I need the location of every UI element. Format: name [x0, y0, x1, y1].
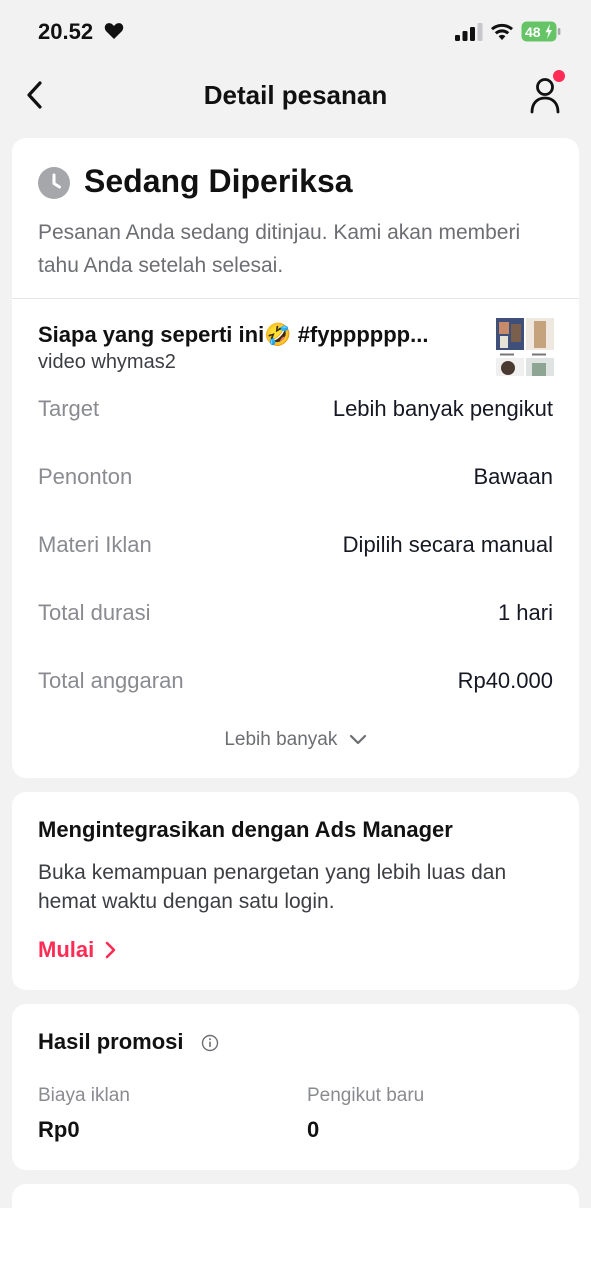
detail-row-ad-material: Materi Iklan Dipilih secara manual — [38, 532, 553, 562]
detail-value: Dipilih secara manual — [342, 532, 553, 557]
detail-value: Rp40.000 — [457, 668, 553, 693]
detail-label: Target — [38, 396, 100, 421]
start-link[interactable]: Mulai — [38, 936, 116, 966]
ad-cost-value: Rp0 — [38, 1117, 80, 1142]
video-title: Siapa yang seperti ini🤣 #fypppppp... — [38, 322, 429, 347]
new-followers-label: Pengikut baru — [307, 1085, 425, 1106]
detail-label: Total anggaran — [38, 668, 184, 693]
info-icon[interactable] — [201, 1034, 219, 1052]
start-link-label: Mulai — [38, 937, 95, 963]
divider — [12, 298, 579, 299]
battery-level: 48 — [525, 24, 541, 40]
chevron-right-icon — [106, 941, 116, 959]
status-time: 20.52 — [38, 19, 94, 44]
ad-cost-label: Biaya iklan — [38, 1085, 130, 1106]
order-status-description: Pesanan Anda sedang ditinjau. Kami akan … — [38, 221, 521, 277]
detail-row-target: Target Lebih banyak pengikut — [38, 396, 553, 426]
video-thumbnail[interactable] — [496, 318, 554, 376]
detail-row-audience: Penonton Bawaan — [38, 464, 553, 494]
clock-icon — [38, 167, 70, 199]
promotion-results-title: Hasil promosi — [38, 1029, 184, 1054]
ads-manager-card: Mengintegrasikan dengan Ads Manager Buka… — [12, 792, 579, 990]
chevron-down-icon — [349, 734, 366, 745]
order-detail-screen: 20.52 48 Detail pesanan Sedang Diperiksa… — [0, 0, 591, 1208]
detail-label: Total durasi — [38, 600, 151, 625]
heart-icon — [104, 23, 124, 39]
ads-manager-description: Buka kemampuan penargetan yang lebih lua… — [38, 861, 507, 913]
show-more-label: Lebih banyak — [224, 729, 338, 750]
wifi-icon — [491, 23, 513, 40]
next-card — [12, 1184, 579, 1208]
video-subtitle: video whymas2 — [38, 351, 176, 373]
notification-dot-icon — [553, 70, 565, 82]
order-status-title: Sedang Diperiksa — [84, 163, 353, 199]
status-bar: 20.52 48 — [0, 0, 591, 64]
detail-row-budget: Total anggaran Rp40.000 — [38, 668, 553, 698]
detail-value: Bawaan — [473, 464, 553, 489]
ads-manager-title: Mengintegrasikan dengan Ads Manager — [38, 817, 453, 842]
detail-value: 1 hari — [497, 600, 553, 625]
app-header: Detail pesanan — [0, 64, 591, 126]
detail-label: Penonton — [38, 464, 133, 489]
battery-icon: 48 — [521, 21, 561, 42]
new-followers-value: 0 — [307, 1117, 320, 1142]
show-more-button[interactable]: Lebih banyak — [12, 729, 579, 751]
order-status-card: Sedang Diperiksa Pesanan Anda sedang dit… — [12, 138, 579, 778]
detail-value: Lebih banyak pengikut — [332, 396, 553, 421]
promotion-results-card: Hasil promosi Biaya iklan Rp0 Pengikut b… — [12, 1004, 579, 1170]
detail-row-duration: Total durasi 1 hari — [38, 600, 553, 630]
detail-label: Materi Iklan — [38, 532, 152, 557]
signal-icon — [455, 23, 483, 41]
page-title: Detail pesanan — [203, 80, 388, 110]
user-icon[interactable] — [528, 70, 568, 118]
